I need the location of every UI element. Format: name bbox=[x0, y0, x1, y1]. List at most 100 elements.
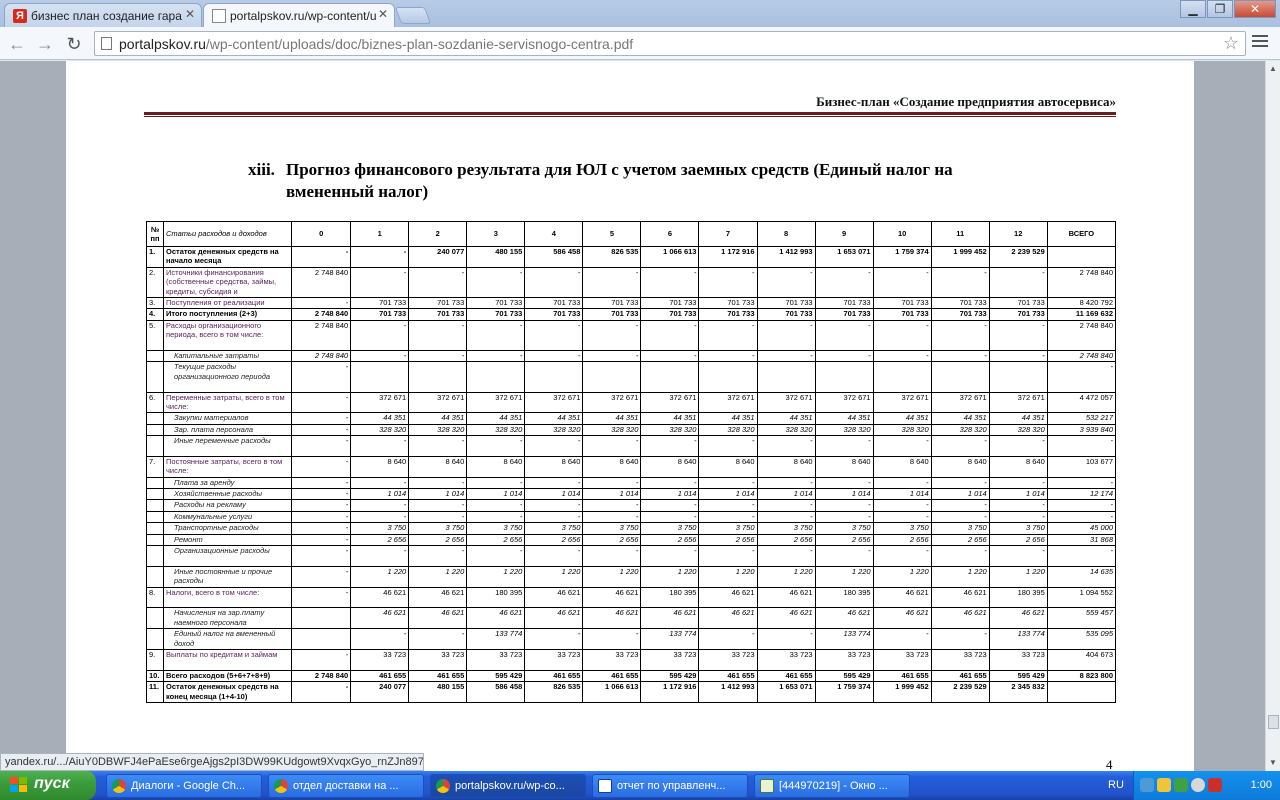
table-cell: 8 640 bbox=[640, 455, 700, 478]
table-cell: - bbox=[698, 628, 758, 651]
minimize-button[interactable]: ▁ bbox=[1180, 0, 1206, 18]
table-cell: 46 621 bbox=[582, 586, 642, 609]
table-cell: - bbox=[988, 510, 1048, 524]
table-cell bbox=[291, 607, 352, 630]
table-cell: - bbox=[1046, 435, 1117, 457]
security-icon[interactable] bbox=[1174, 778, 1188, 792]
table-cell: 480 155 bbox=[408, 681, 468, 704]
table-cell: 46 621 bbox=[930, 586, 990, 609]
table-cell: 1 220 bbox=[350, 565, 410, 588]
table-cell: 180 395 bbox=[988, 586, 1048, 609]
chrome-icon bbox=[436, 779, 450, 793]
taskbar-item[interactable]: отчет по управленч... bbox=[592, 774, 748, 798]
table-cell: 44 351 bbox=[640, 412, 700, 425]
table-cell: 46 621 bbox=[930, 607, 990, 630]
taskbar-item[interactable]: отдел доставки на ... bbox=[268, 774, 424, 798]
column-header: ВСЕГО bbox=[1046, 221, 1117, 247]
close-tab-icon[interactable]: ✕ bbox=[378, 7, 388, 21]
table-cell: - bbox=[756, 499, 816, 512]
table-cell: - bbox=[930, 266, 990, 298]
table-cell: 328 320 bbox=[408, 423, 468, 437]
column-header: 3 bbox=[466, 221, 526, 247]
table-cell: 8 640 bbox=[524, 455, 584, 478]
table-cell: 1 014 bbox=[756, 488, 816, 501]
address-bar[interactable]: portalpskov.ru/wp-content/uploads/doc/bi… bbox=[94, 31, 1246, 56]
table-cell: - bbox=[291, 522, 352, 535]
taskbar-item-label: отдел доставки на ... bbox=[293, 780, 399, 792]
table-cell: - bbox=[756, 266, 816, 298]
maximize-button[interactable]: ❐ bbox=[1207, 0, 1233, 18]
table-cell: 8 640 bbox=[872, 455, 932, 478]
table-cell: - bbox=[466, 499, 526, 512]
taskbar-item[interactable]: [444970219] - Окно ... bbox=[754, 774, 910, 798]
table-cell: 33 723 bbox=[524, 649, 584, 671]
page-icon bbox=[212, 9, 226, 23]
table-cell: - bbox=[640, 319, 700, 351]
row-item-label: Расходы на рекламу bbox=[163, 499, 293, 512]
table-cell: 1 220 bbox=[930, 565, 990, 588]
section-number: xiii. bbox=[248, 160, 275, 179]
language-indicator[interactable]: RU bbox=[1108, 779, 1124, 791]
scroll-down-icon[interactable]: ▼ bbox=[1269, 758, 1277, 767]
table-cell: - bbox=[291, 361, 352, 393]
table-cell: - bbox=[524, 435, 584, 457]
scroll-up-icon[interactable]: ▲ bbox=[1269, 64, 1277, 73]
table-cell: 701 733 bbox=[698, 296, 758, 310]
bookmark-star-icon[interactable]: ☆ bbox=[1223, 33, 1239, 54]
table-cell: 461 655 bbox=[756, 669, 816, 683]
table-row: Зар. плата персонала -328 320 328 320 328 3… bbox=[145, 423, 1117, 437]
table-cell: 461 655 bbox=[930, 669, 990, 683]
update-icon[interactable] bbox=[1191, 778, 1205, 792]
table-cell: 33 723 bbox=[988, 649, 1048, 671]
table-cell: 44 351 bbox=[408, 412, 468, 425]
row-number bbox=[145, 628, 165, 651]
menu-icon[interactable] bbox=[1252, 35, 1268, 49]
pdf-viewer: Бизнес-план «Создание предприятия автосе… bbox=[0, 61, 1265, 771]
start-button[interactable]: пуск bbox=[0, 771, 96, 800]
table-cell: 240 077 bbox=[408, 246, 468, 268]
table-row: Единый налог на вмененный доход - -133 774… bbox=[145, 628, 1117, 651]
scrollbar-thumb[interactable] bbox=[1268, 715, 1279, 729]
url-text[interactable]: portalpskov.ru/wp-content/uploads/doc/bi… bbox=[119, 36, 633, 52]
row-number: 7. bbox=[145, 455, 165, 478]
table-cell: - bbox=[350, 266, 410, 298]
table-cell: - bbox=[988, 349, 1048, 363]
taskbar-item-active[interactable]: portalpskov.ru/wp-co... bbox=[430, 774, 586, 798]
table-cell: 701 733 bbox=[582, 308, 642, 321]
row-item-label: Всего расходов (5+6+7+8+9) bbox=[163, 669, 293, 683]
table-cell: - bbox=[814, 349, 874, 363]
sound-icon[interactable] bbox=[1157, 778, 1171, 792]
table-cell: 372 671 bbox=[930, 391, 990, 414]
close-tab-icon[interactable]: ✕ bbox=[185, 7, 195, 21]
table-cell: 1 759 374 bbox=[872, 246, 932, 268]
table-cell: 1 412 993 bbox=[756, 246, 816, 268]
table-cell: 535 095 bbox=[1046, 628, 1117, 651]
table-row: 11. Остаток денежных средств на конец мес… bbox=[145, 681, 1117, 704]
table-cell: 3 750 bbox=[756, 522, 816, 535]
table-cell: - bbox=[814, 435, 874, 457]
table-cell: 1 014 bbox=[350, 488, 410, 501]
close-window-button[interactable]: ✕ bbox=[1234, 0, 1276, 18]
table-cell: 4 472 057 bbox=[1046, 391, 1117, 414]
vertical-scrollbar[interactable]: ▲ ▼ bbox=[1265, 61, 1280, 771]
network-icon[interactable] bbox=[1140, 778, 1154, 792]
reload-button[interactable]: ↻ bbox=[63, 33, 85, 55]
table-cell: 3 750 bbox=[524, 522, 584, 535]
tab-1[interactable]: portalpskov.ru/wp-content/u ✕ bbox=[203, 3, 395, 27]
table-cell: 595 429 bbox=[988, 669, 1048, 683]
table-cell: - bbox=[872, 628, 932, 651]
table-cell: 595 429 bbox=[466, 669, 526, 683]
row-number: 5. bbox=[145, 319, 165, 351]
table-cell: 826 535 bbox=[524, 681, 584, 704]
tab-0[interactable]: Я бизнес план создание гара ✕ bbox=[4, 3, 202, 27]
forward-button[interactable]: → bbox=[34, 33, 56, 55]
new-tab-button[interactable] bbox=[394, 7, 432, 24]
table-cell: 11 169 632 bbox=[1046, 308, 1117, 321]
table-cell: - bbox=[350, 246, 410, 268]
back-button[interactable]: ← bbox=[6, 33, 28, 55]
table-cell: - bbox=[930, 499, 990, 512]
table-cell: - bbox=[640, 545, 700, 567]
antivirus-icon[interactable] bbox=[1208, 778, 1222, 792]
taskbar-item[interactable]: Диалоги - Google Ch... bbox=[106, 774, 262, 798]
table-cell: - bbox=[524, 319, 584, 351]
